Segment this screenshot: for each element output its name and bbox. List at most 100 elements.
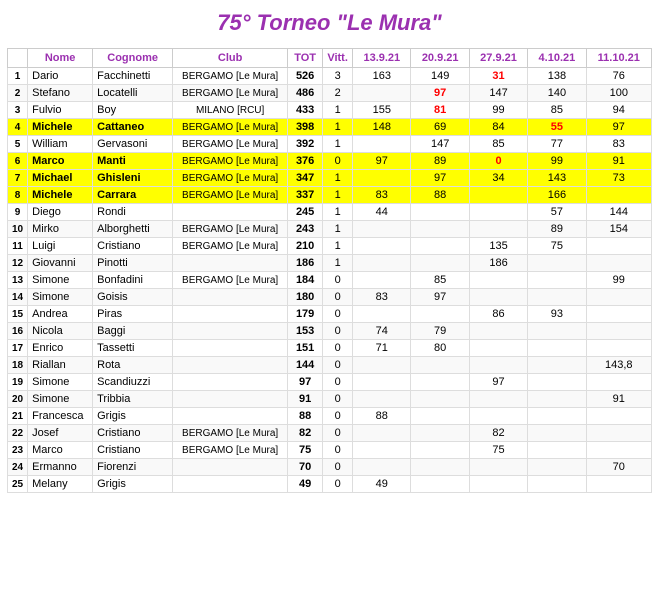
player-score-4 [528, 442, 586, 459]
player-score-2 [411, 476, 469, 493]
row-number: 1 [8, 68, 28, 85]
player-vittorie: 1 [323, 187, 353, 204]
player-score-3 [469, 289, 527, 306]
player-score-2: 69 [411, 119, 469, 136]
player-total: 433 [288, 102, 323, 119]
row-number: 5 [8, 136, 28, 153]
player-score-4 [528, 340, 586, 357]
player-score-5 [586, 425, 651, 442]
player-score-3: 97 [469, 374, 527, 391]
player-score-5: 154 [586, 221, 651, 238]
player-score-5: 97 [586, 119, 651, 136]
table-row: 10MirkoAlborghettiBERGAMO [Le Mura]24318… [8, 221, 652, 238]
player-total: 210 [288, 238, 323, 255]
row-number: 10 [8, 221, 28, 238]
player-score-1 [353, 170, 411, 187]
player-nome: Mirko [28, 221, 93, 238]
col-header-3: Club [173, 49, 288, 68]
table-header-row: NomeCognomeClubTOTVitt.13.9.2120.9.2127.… [8, 49, 652, 68]
player-score-4: 57 [528, 204, 586, 221]
player-score-2: 89 [411, 153, 469, 170]
player-vittorie: 0 [323, 323, 353, 340]
col-header-0 [8, 49, 28, 68]
player-score-4: 99 [528, 153, 586, 170]
player-club: BERGAMO [Le Mura] [173, 187, 288, 204]
player-score-1 [353, 442, 411, 459]
player-score-2 [411, 408, 469, 425]
player-score-4: 140 [528, 85, 586, 102]
player-score-5: 143,8 [586, 357, 651, 374]
player-score-4: 55 [528, 119, 586, 136]
player-club: BERGAMO [Le Mura] [173, 153, 288, 170]
player-score-3: 82 [469, 425, 527, 442]
player-cognome: Tribbia [93, 391, 173, 408]
row-number: 17 [8, 340, 28, 357]
player-nome: Diego [28, 204, 93, 221]
player-score-2: 85 [411, 272, 469, 289]
row-number: 22 [8, 425, 28, 442]
player-cognome: Manti [93, 153, 173, 170]
player-score-4 [528, 374, 586, 391]
player-score-3: 99 [469, 102, 527, 119]
player-score-5: 73 [586, 170, 651, 187]
player-score-1 [353, 136, 411, 153]
player-score-1: 44 [353, 204, 411, 221]
player-score-1 [353, 306, 411, 323]
col-header-2: Cognome [93, 49, 173, 68]
player-total: 153 [288, 323, 323, 340]
player-vittorie: 0 [323, 442, 353, 459]
player-score-5: 83 [586, 136, 651, 153]
player-nome: Dario [28, 68, 93, 85]
player-total: 97 [288, 374, 323, 391]
player-score-1: 88 [353, 408, 411, 425]
player-total: 70 [288, 459, 323, 476]
player-score-2 [411, 459, 469, 476]
row-number: 16 [8, 323, 28, 340]
row-number: 2 [8, 85, 28, 102]
row-number: 15 [8, 306, 28, 323]
player-score-1 [353, 272, 411, 289]
player-score-5: 70 [586, 459, 651, 476]
row-number: 14 [8, 289, 28, 306]
player-score-5: 100 [586, 85, 651, 102]
player-club [173, 374, 288, 391]
table-row: 9DiegoRondi24514457144 [8, 204, 652, 221]
player-score-4 [528, 255, 586, 272]
player-vittorie: 2 [323, 85, 353, 102]
player-score-3: 0 [469, 153, 527, 170]
player-score-4: 166 [528, 187, 586, 204]
row-number: 8 [8, 187, 28, 204]
player-score-1: 71 [353, 340, 411, 357]
player-score-4 [528, 476, 586, 493]
player-club [173, 408, 288, 425]
table-row: 18RiallanRota1440143,8 [8, 357, 652, 374]
row-number: 13 [8, 272, 28, 289]
player-score-4: 85 [528, 102, 586, 119]
player-score-3 [469, 357, 527, 374]
player-nome: Nicola [28, 323, 93, 340]
player-total: 347 [288, 170, 323, 187]
player-total: 337 [288, 187, 323, 204]
player-total: 243 [288, 221, 323, 238]
player-vittorie: 0 [323, 476, 353, 493]
player-nome: Ermanno [28, 459, 93, 476]
player-score-5: 91 [586, 391, 651, 408]
player-cognome: Gervasoni [93, 136, 173, 153]
table-row: 4MicheleCattaneoBERGAMO [Le Mura]3981148… [8, 119, 652, 136]
table-row: 16NicolaBaggi15307479 [8, 323, 652, 340]
table-row: 2StefanoLocatelliBERGAMO [Le Mura]486297… [8, 85, 652, 102]
player-score-4 [528, 272, 586, 289]
player-score-5: 99 [586, 272, 651, 289]
player-cognome: Fiorenzi [93, 459, 173, 476]
player-cognome: Facchinetti [93, 68, 173, 85]
player-score-2 [411, 374, 469, 391]
player-score-2 [411, 391, 469, 408]
player-cognome: Goisis [93, 289, 173, 306]
row-number: 25 [8, 476, 28, 493]
player-score-3: 34 [469, 170, 527, 187]
player-nome: Michael [28, 170, 93, 187]
player-score-3 [469, 272, 527, 289]
player-score-3 [469, 391, 527, 408]
player-score-4 [528, 323, 586, 340]
player-score-3 [469, 476, 527, 493]
